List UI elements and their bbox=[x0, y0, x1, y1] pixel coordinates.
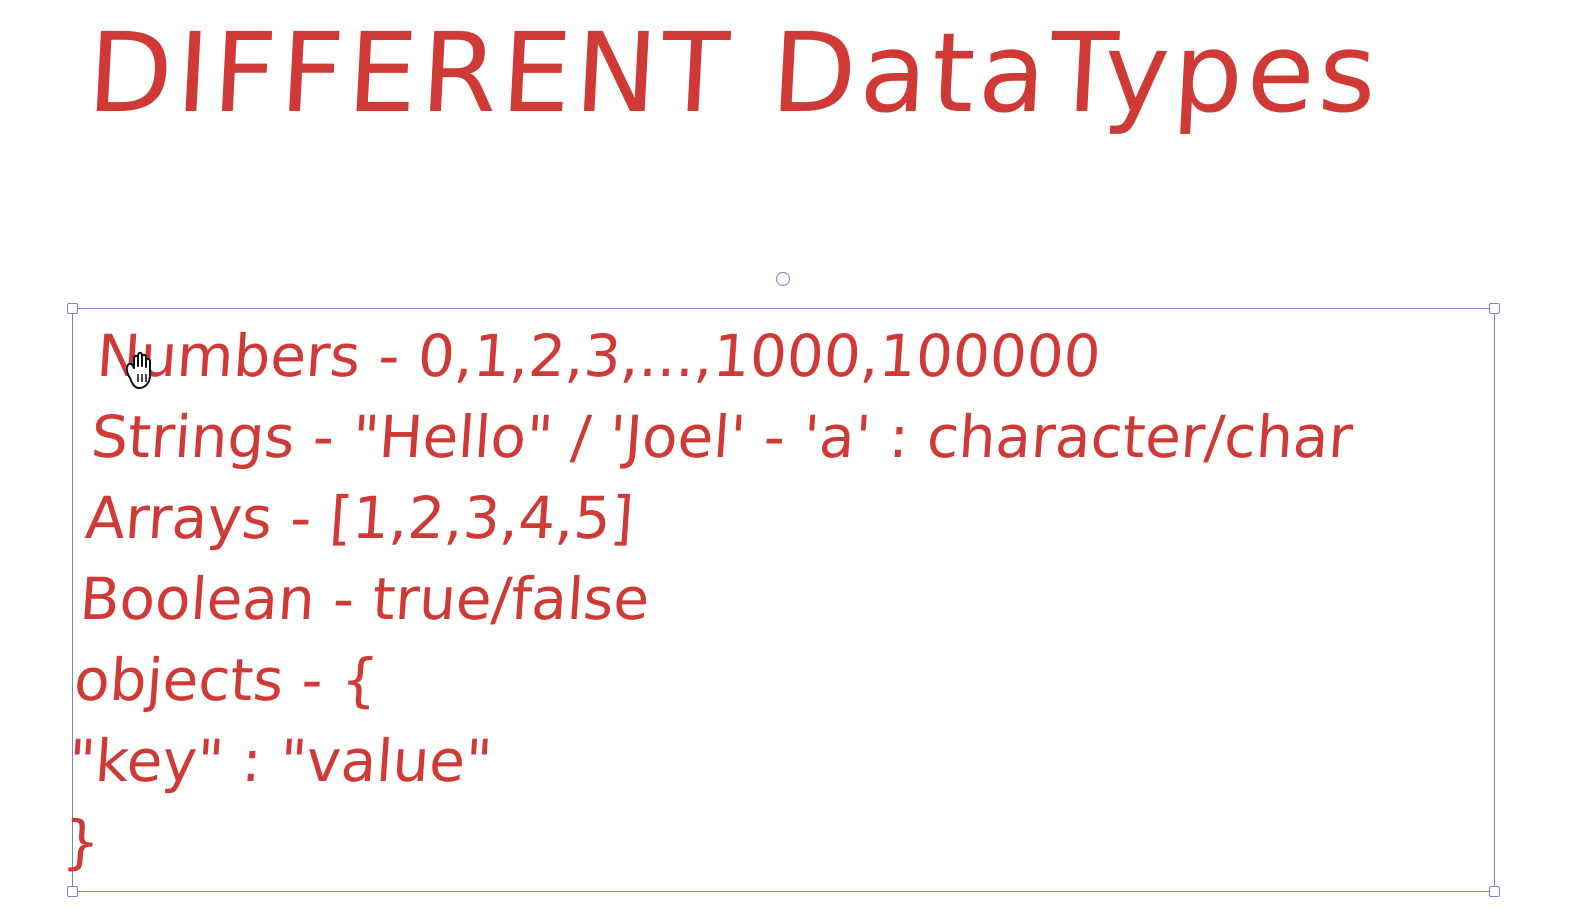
text-element[interactable]: Numbers - 0,1,2,3,...,1000,100000 String… bbox=[60, 316, 1361, 883]
page-title: DIFFERENT DataTypes bbox=[84, 9, 1384, 137]
whiteboard-canvas[interactable]: DIFFERENT DataTypes Numbers - 0,1,2,3,..… bbox=[0, 0, 1588, 918]
text-line-objects-close: } bbox=[60, 808, 103, 876]
text-line-objects-open: objects - { bbox=[71, 646, 381, 714]
resize-handle-bottom-right[interactable] bbox=[1489, 886, 1500, 897]
resize-handle-bottom-left[interactable] bbox=[67, 886, 78, 897]
resize-handle-top-left[interactable] bbox=[67, 303, 78, 314]
text-line-boolean: Boolean - true/false bbox=[77, 565, 652, 633]
hand-grab-icon bbox=[125, 351, 151, 389]
text-line-numbers: Numbers - 0,1,2,3,...,1000,100000 bbox=[94, 322, 1103, 390]
rotate-handle-icon[interactable] bbox=[776, 272, 790, 286]
text-line-strings: Strings - "Hello" / 'Joel' - 'a' : chara… bbox=[88, 403, 1355, 471]
text-line-key-value: "key" : "value" bbox=[66, 727, 495, 795]
resize-handle-top-right[interactable] bbox=[1489, 303, 1500, 314]
text-line-arrays: Arrays - [1,2,3,4,5] bbox=[83, 484, 636, 552]
